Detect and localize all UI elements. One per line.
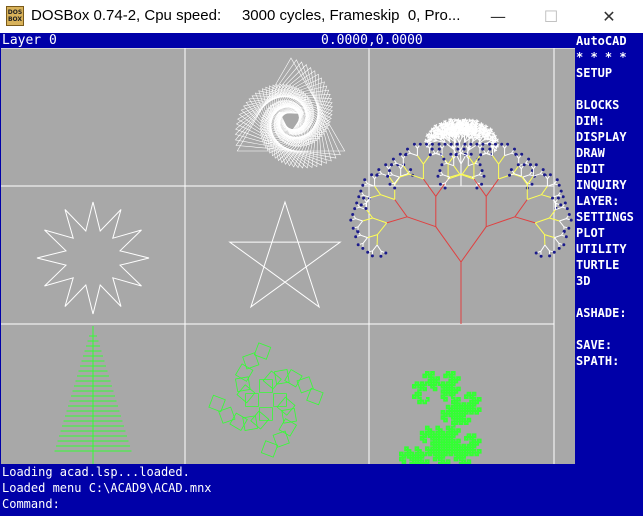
minimize-button[interactable]: — [475, 0, 521, 33]
menu-item-turtle[interactable]: TURTLE [576, 257, 643, 273]
menu-item-setup[interactable]: SETUP [576, 65, 643, 81]
menu-item-stars[interactable]: * * * * [576, 49, 643, 65]
menu-item-dim[interactable]: DIM: [576, 113, 643, 129]
layer-indicator[interactable]: Layer 0 [2, 33, 57, 48]
command-history-line: Loaded menu C:\ACAD9\ACAD.mnx [2, 481, 212, 495]
window-title: DOSBox 0.74-2, Cpu speed: 3000 cycles, F… [31, 7, 461, 24]
close-button[interactable]: ✕ [586, 0, 632, 33]
command-area: Loading acad.lsp...loaded. Loaded menu C… [0, 464, 643, 516]
menu-item-spath[interactable]: SPATH: [576, 353, 643, 369]
command-prompt[interactable]: Command: [0, 496, 643, 512]
menu-item-edit[interactable]: EDIT [576, 161, 643, 177]
drawing-area[interactable] [1, 47, 575, 496]
menu-item-display[interactable]: DISPLAY [576, 129, 643, 145]
menu-item-draw[interactable]: DRAW [576, 145, 643, 161]
menu-spacer [576, 289, 643, 305]
menu-spacer [576, 321, 643, 337]
menu-item-inquiry[interactable]: INQUIRY [576, 177, 643, 193]
menu-item-settings[interactable]: SETTINGS [576, 209, 643, 225]
side-menu: AutoCAD * * * * SETUP BLOCKS DIM: DISPLA… [576, 33, 643, 465]
menu-item-autocad[interactable]: AutoCAD [576, 33, 643, 49]
menu-item-3d[interactable]: 3D [576, 273, 643, 289]
menu-spacer [576, 81, 643, 97]
menu-item-blocks[interactable]: BLOCKS [576, 97, 643, 113]
title-bar: DOS BOX DOSBox 0.74-2, Cpu speed: 3000 c… [0, 0, 643, 33]
menu-item-plot[interactable]: PLOT [576, 225, 643, 241]
command-history-line: Loading acad.lsp...loaded. [2, 465, 190, 479]
menu-item-save[interactable]: SAVE: [576, 337, 643, 353]
drawing-canvas[interactable] [1, 47, 575, 496]
menu-item-layer[interactable]: LAYER: [576, 193, 643, 209]
menu-item-utility[interactable]: UTILITY [576, 241, 643, 257]
status-bar: Layer 0 0.0000,0.0000 [0, 33, 575, 48]
dosbox-app-icon[interactable]: DOS BOX [6, 6, 24, 26]
coordinate-readout: 0.0000,0.0000 [321, 33, 423, 48]
menu-item-ashade[interactable]: ASHADE: [576, 305, 643, 321]
maximize-button[interactable]: ☐ [528, 0, 574, 33]
